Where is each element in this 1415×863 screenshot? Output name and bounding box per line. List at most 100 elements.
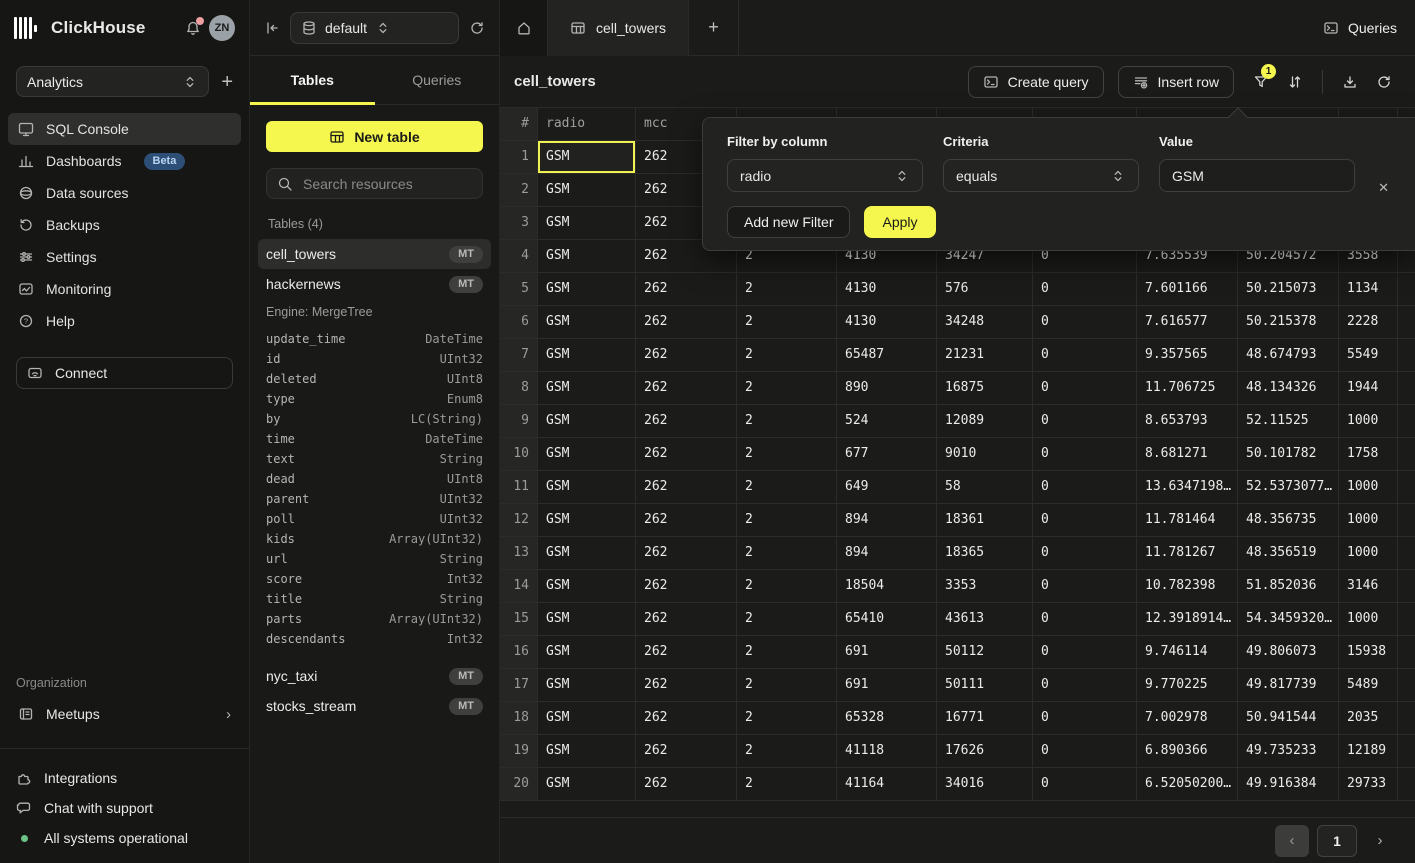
refresh-table-button[interactable]: [1367, 66, 1401, 98]
grid-cell[interactable]: GSM: [538, 735, 636, 768]
grid-cell[interactable]: 3353: [937, 570, 1033, 603]
grid-cell[interactable]: 2: [737, 702, 837, 735]
grid-cell[interactable]: [1398, 570, 1415, 603]
grid-cell[interactable]: 262: [636, 537, 737, 570]
grid-cell[interactable]: 0: [1033, 372, 1137, 405]
grid-cell[interactable]: 2228: [1339, 306, 1398, 339]
grid-cell[interactable]: 0: [1033, 273, 1137, 306]
grid-cell[interactable]: [1398, 768, 1415, 801]
grid-cell[interactable]: 6.890366: [1137, 735, 1238, 768]
grid-cell[interactable]: 11.781464: [1137, 504, 1238, 537]
filter-column-select[interactable]: radio: [727, 159, 923, 192]
queries-button[interactable]: Queries: [1305, 0, 1415, 56]
grid-cell[interactable]: 6.52050200…: [1137, 768, 1238, 801]
grid-cell[interactable]: 4130: [837, 273, 937, 306]
grid-cell[interactable]: GSM: [538, 372, 636, 405]
grid-cell[interactable]: 2: [737, 537, 837, 570]
grid-cell[interactable]: 2: [737, 372, 837, 405]
grid-cell[interactable]: 11.706725: [1137, 372, 1238, 405]
grid-cell[interactable]: 691: [837, 636, 937, 669]
grid-cell[interactable]: 2035: [1339, 702, 1398, 735]
grid-cell[interactable]: 0: [1033, 702, 1137, 735]
grid-cell[interactable]: 894: [837, 504, 937, 537]
grid-cell[interactable]: 9.746114: [1137, 636, 1238, 669]
grid-cell[interactable]: 18361: [937, 504, 1033, 537]
sidebar-item-data-sources[interactable]: Data sources: [8, 177, 241, 209]
table-item-hackernews[interactable]: hackernewsMT: [258, 269, 491, 299]
grid-cell[interactable]: GSM: [538, 273, 636, 306]
grid-cell[interactable]: 2: [737, 735, 837, 768]
grid-cell[interactable]: 1134: [1339, 273, 1398, 306]
sidebar-item-monitoring[interactable]: Monitoring: [8, 273, 241, 305]
sidebar-item-backups[interactable]: Backups: [8, 209, 241, 241]
download-button[interactable]: [1333, 66, 1367, 98]
grid-cell[interactable]: [1398, 306, 1415, 339]
grid-cell[interactable]: 50.941544: [1238, 702, 1339, 735]
grid-cell[interactable]: 524: [837, 405, 937, 438]
grid-cell[interactable]: GSM: [538, 438, 636, 471]
grid-cell[interactable]: 41164: [837, 768, 937, 801]
grid-cell[interactable]: 691: [837, 669, 937, 702]
tab-queries[interactable]: Queries: [375, 56, 500, 104]
grid-cell[interactable]: 5489: [1339, 669, 1398, 702]
grid-cell[interactable]: 9.357565: [1137, 339, 1238, 372]
grid-cell[interactable]: 262: [636, 768, 737, 801]
grid-cell[interactable]: GSM: [538, 603, 636, 636]
insert-row-button[interactable]: Insert row: [1118, 66, 1234, 98]
grid-cell[interactable]: 34248: [937, 306, 1033, 339]
next-page-button[interactable]: ›: [1365, 825, 1395, 857]
home-tab[interactable]: [500, 0, 548, 56]
grid-cell[interactable]: 262: [636, 669, 737, 702]
connect-button[interactable]: Connect: [16, 357, 233, 389]
grid-cell[interactable]: 262: [636, 702, 737, 735]
grid-cell[interactable]: 262: [636, 504, 737, 537]
grid-cell[interactable]: 7.616577: [1137, 306, 1238, 339]
grid-cell[interactable]: 65328: [837, 702, 937, 735]
grid-cell[interactable]: 16771: [937, 702, 1033, 735]
grid-cell[interactable]: 7.601166: [1137, 273, 1238, 306]
grid-cell[interactable]: 0: [1033, 471, 1137, 504]
prev-page-button[interactable]: ‹: [1275, 825, 1309, 857]
grid-cell[interactable]: 43613: [937, 603, 1033, 636]
grid-cell[interactable]: [1398, 372, 1415, 405]
sidebar-item-integrations[interactable]: Integrations: [0, 763, 249, 793]
grid-cell[interactable]: 262: [636, 405, 737, 438]
grid-cell[interactable]: 50111: [937, 669, 1033, 702]
close-filter-icon[interactable]: ✕: [1378, 180, 1389, 196]
grid-cell[interactable]: 0: [1033, 735, 1137, 768]
search-input[interactable]: [301, 175, 472, 193]
grid-cell[interactable]: 262: [636, 372, 737, 405]
grid-cell[interactable]: 2: [737, 504, 837, 537]
grid-cell[interactable]: GSM: [538, 537, 636, 570]
grid-cell[interactable]: 262: [636, 339, 737, 372]
add-workspace-button[interactable]: +: [221, 72, 233, 92]
collapse-sidebar-icon[interactable]: [264, 20, 280, 36]
grid-cell[interactable]: GSM: [538, 174, 636, 207]
grid-cell[interactable]: [1398, 735, 1415, 768]
grid-cell[interactable]: 49.817739: [1238, 669, 1339, 702]
grid-cell[interactable]: GSM: [538, 636, 636, 669]
open-tab-cell-towers[interactable]: cell_towers: [548, 0, 689, 56]
grid-cell[interactable]: 51.852036: [1238, 570, 1339, 603]
grid-cell[interactable]: 2: [737, 405, 837, 438]
grid-cell[interactable]: 2: [737, 570, 837, 603]
grid-cell[interactable]: GSM: [538, 240, 636, 273]
grid-cell[interactable]: 50.215073: [1238, 273, 1339, 306]
grid-cell[interactable]: 677: [837, 438, 937, 471]
grid-cell[interactable]: 5549: [1339, 339, 1398, 372]
workspace-select[interactable]: Analytics: [16, 66, 209, 97]
grid-cell[interactable]: 12189: [1339, 735, 1398, 768]
grid-cell[interactable]: 0: [1033, 768, 1137, 801]
grid-cell[interactable]: 65487: [837, 339, 937, 372]
sidebar-item-all-systems-operational[interactable]: All systems operational: [0, 823, 249, 853]
grid-cell[interactable]: 41118: [837, 735, 937, 768]
notifications-bell-icon[interactable]: [185, 20, 201, 36]
grid-cell[interactable]: [1398, 702, 1415, 735]
grid-cell[interactable]: 1000: [1339, 471, 1398, 504]
grid-cell[interactable]: 1000: [1339, 405, 1398, 438]
filter-value-input[interactable]: [1159, 159, 1355, 192]
grid-cell[interactable]: 48.356735: [1238, 504, 1339, 537]
grid-cell[interactable]: 649: [837, 471, 937, 504]
grid-cell[interactable]: 1944: [1339, 372, 1398, 405]
grid-cell[interactable]: 18504: [837, 570, 937, 603]
